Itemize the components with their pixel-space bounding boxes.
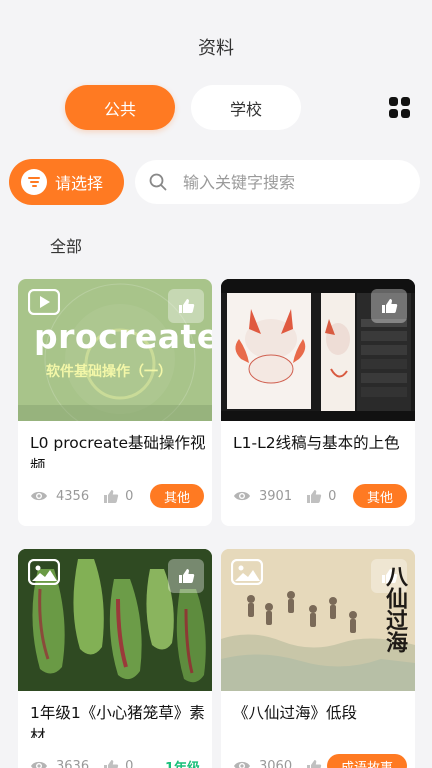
category-all[interactable]: 全部 <box>50 233 82 257</box>
card-thumbnail: 八仙过海 <box>221 549 415 691</box>
resource-card[interactable]: 八仙过海 《八仙过海》低段 3060 0 成语故事 <box>221 549 415 768</box>
like-icon <box>104 759 119 768</box>
eye-icon <box>234 761 250 768</box>
filter-label: 请选择 <box>55 174 104 193</box>
page-title: 资料 <box>198 38 234 59</box>
like-badge[interactable] <box>168 559 204 593</box>
card-meta: 3060 0 成语故事 <box>233 754 407 768</box>
filter-icon <box>21 169 47 195</box>
resource-card[interactable]: 1年级1《小心猪笼草》素材 3636 0 1年级 <box>18 549 212 768</box>
search-input[interactable] <box>183 172 403 192</box>
like-count: 0 <box>125 488 134 504</box>
card-thumbnail: procreate 软件基础操作（一） <box>18 279 212 421</box>
thumbnail-calligraphy-text: 八仙过海 <box>382 565 407 653</box>
thumbnail-subtitle-text: 软件基础操作（一） <box>46 364 172 380</box>
image-icon <box>28 559 60 585</box>
category-tag[interactable]: 成语故事 <box>326 754 407 768</box>
search-bar[interactable] <box>135 160 420 204</box>
image-icon <box>231 559 263 585</box>
category-tag[interactable]: 其他 <box>149 484 204 508</box>
like-icon <box>307 759 322 768</box>
view-count: 4356 <box>56 488 90 504</box>
search-icon <box>149 173 167 191</box>
card-title: L1-L2线稿与基本的上色 <box>233 434 400 452</box>
play-video-icon <box>28 289 60 315</box>
card-title: 1年级1《小心猪笼草》素材 <box>30 704 205 738</box>
view-count: 3060 <box>259 758 293 768</box>
filter-select-button[interactable]: 请选择 <box>9 159 124 205</box>
thumbs-up-icon <box>179 569 195 583</box>
tab-public[interactable]: 公共 <box>65 85 175 130</box>
card-title: L0 procreate基础操作视频 <box>30 434 206 468</box>
view-count: 3636 <box>56 758 90 768</box>
eye-icon <box>234 491 250 501</box>
resource-card[interactable]: procreate 软件基础操作（一） L0 procreate基础操作视频 4… <box>18 279 212 526</box>
card-meta: 4356 0 其他 <box>30 484 204 508</box>
category-tag[interactable]: 1年级 <box>161 754 204 768</box>
like-icon <box>307 489 322 503</box>
category-tag[interactable]: 其他 <box>352 484 407 508</box>
like-icon <box>104 489 119 503</box>
like-count: 0 <box>328 488 337 504</box>
view-count: 3901 <box>259 488 293 504</box>
thumbs-up-icon <box>179 299 195 313</box>
eye-icon <box>31 761 47 768</box>
card-thumbnail <box>221 279 415 421</box>
thumbnail-title-text: procreate <box>34 317 212 356</box>
like-badge[interactable] <box>371 289 407 323</box>
like-count: 0 <box>125 758 134 768</box>
thumbs-up-icon <box>382 299 398 313</box>
card-meta: 3636 0 1年级 <box>30 754 204 768</box>
card-meta: 3901 0 其他 <box>233 484 407 508</box>
grid-view-icon[interactable] <box>389 97 410 118</box>
eye-icon <box>31 491 47 501</box>
card-thumbnail <box>18 549 212 691</box>
tab-school[interactable]: 学校 <box>191 85 301 130</box>
card-title: 《八仙过海》低段 <box>233 704 358 722</box>
resource-card[interactable]: L1-L2线稿与基本的上色 3901 0 其他 <box>221 279 415 526</box>
